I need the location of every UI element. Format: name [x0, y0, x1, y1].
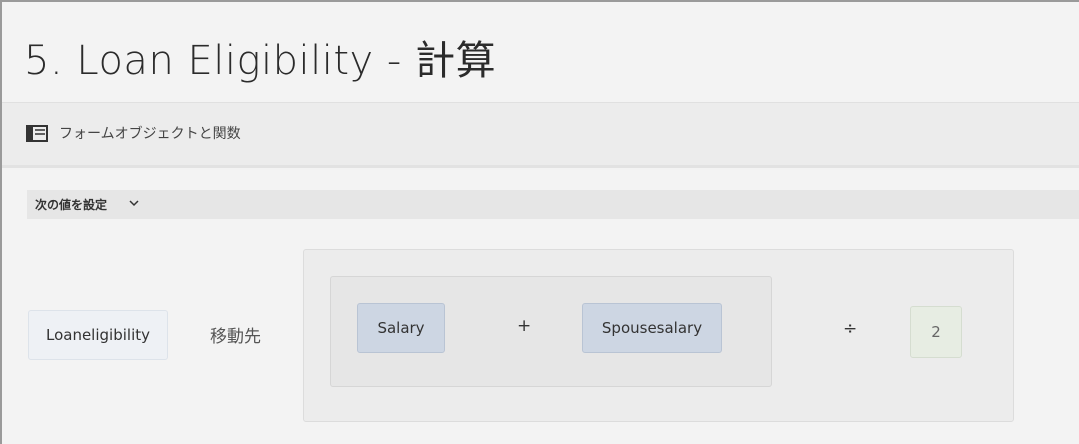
toolbar-label[interactable]: フォームオブジェクトと関数: [59, 123, 241, 143]
divide-operator[interactable]: ÷: [843, 319, 857, 339]
number-constant-chip[interactable]: 2: [910, 306, 962, 358]
chevron-down-icon[interactable]: [127, 196, 141, 210]
salary-field-chip[interactable]: Salary: [357, 303, 445, 353]
target-field-chip[interactable]: Loaneligibility: [28, 310, 168, 360]
form-objects-toolbar[interactable]: フォームオブジェクトと関数: [2, 103, 1079, 168]
section-label[interactable]: 次の値を設定: [35, 196, 107, 213]
title-bar: 5. Loan Eligibility - 計算: [2, 2, 1079, 103]
form-panel-icon[interactable]: [26, 125, 48, 142]
plus-operator[interactable]: +: [517, 316, 531, 336]
spousesalary-field-chip[interactable]: Spousesalary: [582, 303, 722, 353]
goto-label: 移動先: [210, 327, 261, 347]
page-title: 5. Loan Eligibility - 計算: [24, 38, 497, 84]
set-value-section-header[interactable]: 次の値を設定: [27, 190, 1079, 219]
